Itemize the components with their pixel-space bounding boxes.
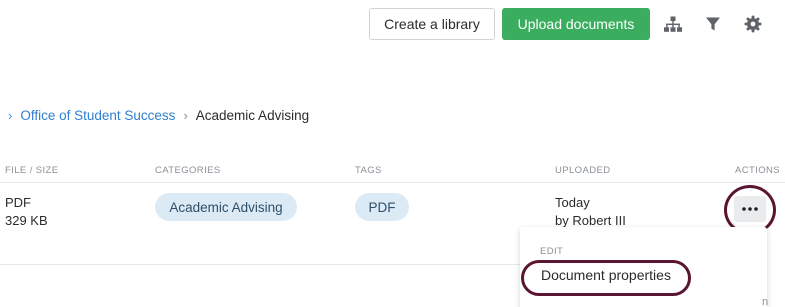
- breadcrumb-link-office[interactable]: Office of Student Success: [20, 108, 175, 123]
- chevron-right-icon: ›: [8, 107, 13, 123]
- column-header-categories[interactable]: CATEGORIES: [155, 165, 221, 176]
- breadcrumb: › Office of Student Success › Academic A…: [8, 106, 309, 124]
- column-header-uploaded[interactable]: UPLOADED: [555, 165, 610, 176]
- row-divider: [0, 264, 530, 265]
- create-library-button[interactable]: Create a library: [369, 8, 495, 40]
- gear-icon[interactable]: [743, 14, 763, 34]
- filter-icon[interactable]: [703, 14, 723, 34]
- uploaded-date: Today: [555, 195, 590, 210]
- column-header-actions: ACTIONS: [735, 165, 781, 176]
- document-library-page: Create a library Upload documents › Offi…: [0, 0, 785, 307]
- upload-documents-button[interactable]: Upload documents: [502, 8, 650, 40]
- header-divider: [0, 182, 785, 183]
- truncated-text: n: [762, 296, 769, 307]
- column-header-file-size[interactable]: FILE / SIZE: [5, 165, 59, 176]
- file-type: PDF: [5, 195, 31, 210]
- menu-item-document-properties[interactable]: Document properties: [541, 267, 671, 283]
- file-size: 329 KB: [5, 213, 48, 228]
- menu-section-label: EDIT: [540, 246, 564, 257]
- column-header-tags[interactable]: TAGS: [355, 165, 382, 176]
- category-badge[interactable]: Academic Advising: [155, 193, 297, 221]
- chevron-right-icon: ›: [183, 107, 188, 123]
- hierarchy-icon[interactable]: [663, 14, 683, 34]
- uploaded-by: by Robert III: [555, 213, 626, 228]
- breadcrumb-current: Academic Advising: [195, 107, 310, 123]
- actions-dropdown-menu: EDIT Document properties: [520, 227, 767, 307]
- tag-badge[interactable]: PDF: [355, 193, 409, 221]
